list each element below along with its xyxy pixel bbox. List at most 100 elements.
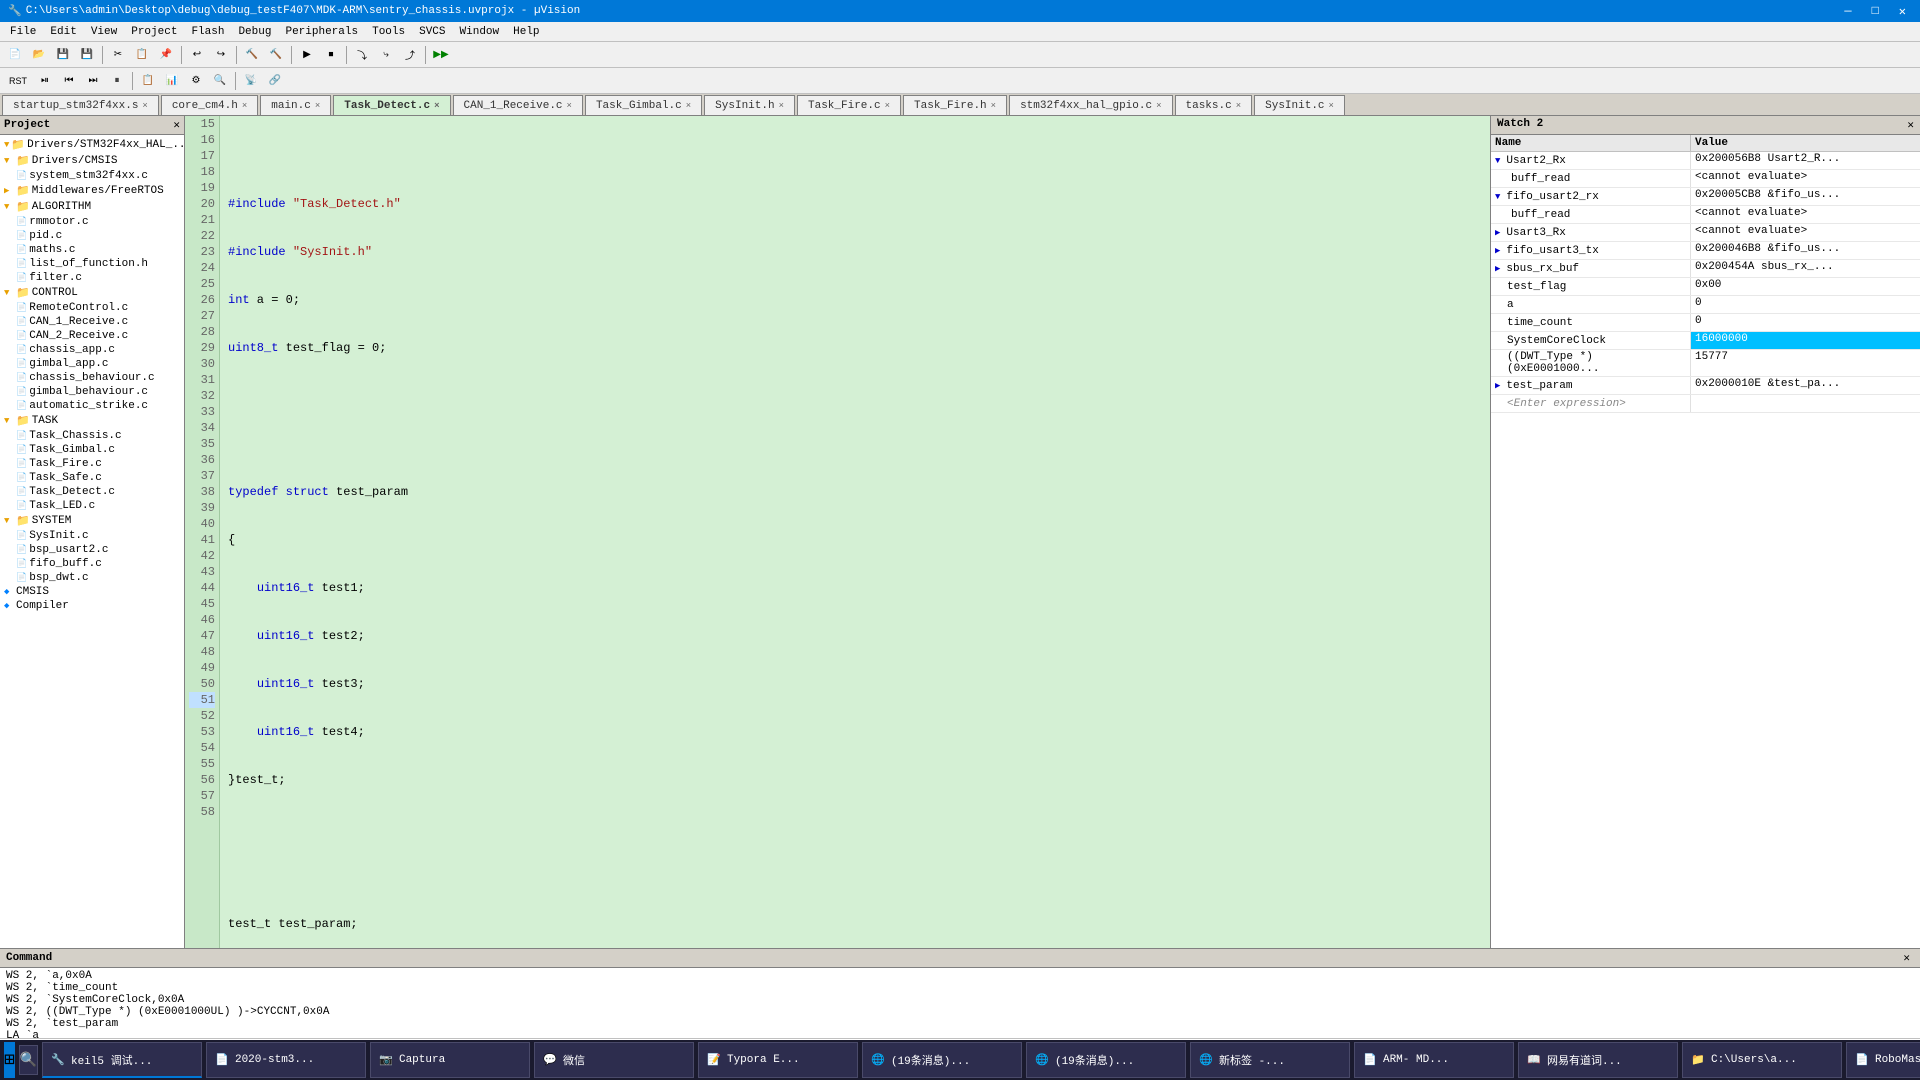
t2-btn8[interactable]: 🔍 xyxy=(209,71,231,91)
command-header-btns[interactable]: ✕ xyxy=(1899,951,1914,965)
tree-item-can1rcv[interactable]: 📄 CAN_1_Receive.c xyxy=(14,315,182,329)
tree-item-lof[interactable]: 📄 list_of_function.h xyxy=(14,257,182,271)
watch-enter-expr[interactable]: <Enter expression> xyxy=(1495,398,1626,410)
tab-tasks[interactable]: tasks.c × xyxy=(1175,95,1253,115)
taskbar-app-captura[interactable]: 📷 Captura xyxy=(370,1042,530,1078)
taskbar-app-youdao[interactable]: 📖 网易有道词... xyxy=(1518,1042,1678,1078)
redo-btn[interactable]: ↪ xyxy=(210,45,232,65)
tree-item-system[interactable]: ▼ 📁 SYSTEM xyxy=(2,513,182,529)
command-close-btn[interactable]: ✕ xyxy=(1899,953,1914,965)
project-close-icon[interactable]: ✕ xyxy=(173,118,180,132)
taskbar-app-explorer[interactable]: 📁 C:\Users\a... xyxy=(1682,1042,1842,1078)
tab-gimbal-close[interactable]: × xyxy=(686,101,691,111)
tab-gpio[interactable]: stm32f4xx_hal_gpio.c × xyxy=(1009,95,1172,115)
taskbar-app-arm[interactable]: 📄 ARM- MD... xyxy=(1354,1042,1514,1078)
tree-item-filter[interactable]: 📄 filter.c xyxy=(14,271,182,285)
t2-btn1[interactable]: ⏯ xyxy=(34,71,56,91)
watch-row-enter-expr[interactable]: <Enter expression> xyxy=(1491,395,1920,413)
tree-item-gimbal-beh[interactable]: 📄 gimbal_behaviour.c xyxy=(14,385,182,399)
tab-startup[interactable]: startup_stm32f4xx.s × xyxy=(2,95,159,115)
tree-item-can2rcv[interactable]: 📄 CAN_2_Receive.c xyxy=(14,329,182,343)
tree-item-middlewares[interactable]: ▶ 📁 Middlewares/FreeRTOS xyxy=(2,183,182,199)
title-bar-controls[interactable]: — □ ✕ xyxy=(1838,4,1912,19)
tree-item-rmmotor[interactable]: 📄 rmmotor.c xyxy=(14,215,182,229)
tab-sysinit-h[interactable]: SysInit.h × xyxy=(704,95,795,115)
watch-close-btn[interactable]: ✕ xyxy=(1907,120,1914,132)
open-btn[interactable]: 📂 xyxy=(28,45,50,65)
tree-item-drivers-hal[interactable]: ▼ 📁 Drivers/STM32F4xx_HAL_... xyxy=(2,137,182,153)
menu-project[interactable]: Project xyxy=(125,24,183,40)
tab-sysinit-c[interactable]: SysInit.c × xyxy=(1254,95,1345,115)
maximize-button[interactable]: □ xyxy=(1866,4,1885,19)
t2-btn3[interactable]: ⏭ xyxy=(82,71,104,91)
watch-row-usart3rx[interactable]: ▶ Usart3_Rx <cannot evaluate> xyxy=(1491,224,1920,242)
t2-btn9[interactable]: 📡 xyxy=(240,71,262,91)
menu-flash[interactable]: Flash xyxy=(185,24,230,40)
tree-item-task-fire[interactable]: 📄 Task_Fire.c xyxy=(14,457,182,471)
tree-item-cmsis[interactable]: ◆ CMSIS xyxy=(2,585,182,599)
t2-btn6[interactable]: 📊 xyxy=(161,71,183,91)
tab-task-detect[interactable]: Task_Detect.c × xyxy=(333,95,450,115)
undo-btn[interactable]: ↩ xyxy=(186,45,208,65)
tab-main[interactable]: main.c × xyxy=(260,95,331,115)
tab-can1[interactable]: CAN_1_Receive.c × xyxy=(453,95,583,115)
tree-item-pid[interactable]: 📄 pid.c xyxy=(14,229,182,243)
tab-taskfire-c-close[interactable]: × xyxy=(885,101,890,111)
tab-taskfire-h-close[interactable]: × xyxy=(991,101,996,111)
watch-row-fifo-usart3tx[interactable]: ▶ fifo_usart3_tx 0x200046B8 &fifo_us... xyxy=(1491,242,1920,260)
build-all-btn[interactable]: 🔨 xyxy=(265,45,287,65)
step-over-btn[interactable]: ⤵ xyxy=(351,45,373,65)
menu-window[interactable]: Window xyxy=(454,24,506,40)
code-content[interactable]: #include "Task_Detect.h" #include "SysIn… xyxy=(220,116,1490,948)
close-button[interactable]: ✕ xyxy=(1893,4,1912,19)
taskbar-app-keil[interactable]: 🔧 keil5 调试... xyxy=(42,1042,202,1078)
taskbar-app-wechat[interactable]: 💬 微信 xyxy=(534,1042,694,1078)
copy-btn[interactable]: 📋 xyxy=(131,45,153,65)
menu-edit[interactable]: Edit xyxy=(44,24,82,40)
paste-btn[interactable]: 📌 xyxy=(155,45,177,65)
minimize-button[interactable]: — xyxy=(1838,4,1857,19)
tab-core-cm4[interactable]: core_cm4.h × xyxy=(161,95,258,115)
menu-view[interactable]: View xyxy=(85,24,123,40)
tree-item-task-chassis[interactable]: 📄 Task_Chassis.c xyxy=(14,429,182,443)
tab-startup-close[interactable]: × xyxy=(142,101,147,111)
rst-btn[interactable]: RST xyxy=(4,71,32,91)
taskbar-app-chrome2[interactable]: 🌐 (19条消息)... xyxy=(1026,1042,1186,1078)
expand-arrow-icon[interactable]: ▼ xyxy=(1495,156,1500,166)
watch-row-testparam[interactable]: ▶ test_param 0x2000010E &test_pa... xyxy=(1491,377,1920,395)
taskbar-app-typora[interactable]: 📝 Typora E... xyxy=(698,1042,858,1078)
tree-item-gimbal-app[interactable]: 📄 gimbal_app.c xyxy=(14,357,182,371)
tree-item-remotecontrol[interactable]: 📄 RemoteControl.c xyxy=(14,301,182,315)
tree-item-maths[interactable]: 📄 maths.c xyxy=(14,243,182,257)
menu-help[interactable]: Help xyxy=(507,24,545,40)
watch-row-syscoreclock[interactable]: SystemCoreClock 16000000 xyxy=(1491,332,1920,350)
watch-row-a[interactable]: a 0 xyxy=(1491,296,1920,314)
tree-item-auto-strike[interactable]: 📄 automatic_strike.c xyxy=(14,399,182,413)
tree-item-fifo-buff[interactable]: 📄 fifo_buff.c xyxy=(14,557,182,571)
tree-item-task-detect[interactable]: 📄 Task_Detect.c xyxy=(14,485,182,499)
tree-item-control[interactable]: ▼ 📁 CONTROL xyxy=(2,285,182,301)
tab-gpio-close[interactable]: × xyxy=(1156,101,1161,111)
watch-header-btns[interactable]: ✕ xyxy=(1907,118,1914,132)
t2-btn10[interactable]: 🔗 xyxy=(264,71,286,91)
tab-task-detect-close[interactable]: × xyxy=(434,101,439,111)
expand-arrow-icon[interactable]: ▼ xyxy=(1495,192,1500,202)
tree-item-algorithm[interactable]: ▼ 📁 ALGORITHM xyxy=(2,199,182,215)
tree-item-sysinit-c[interactable]: 📄 SysInit.c xyxy=(14,529,182,543)
run-btn[interactable]: ▶▶ xyxy=(430,45,452,65)
tree-item-chassis-beh[interactable]: 📄 chassis_behaviour.c xyxy=(14,371,182,385)
tab-taskfire-c[interactable]: Task_Fire.c × xyxy=(797,95,901,115)
tree-item-system-stm32[interactable]: 📄 system_stm32f4xx.c xyxy=(14,169,182,183)
step-into-btn[interactable]: ⤷ xyxy=(375,45,397,65)
menu-svcs[interactable]: SVCS xyxy=(413,24,451,40)
menu-debug[interactable]: Debug xyxy=(232,24,277,40)
tree-item-task-gimbal[interactable]: 📄 Task_Gimbal.c xyxy=(14,443,182,457)
tab-can1-close[interactable]: × xyxy=(567,101,572,111)
step-out-btn[interactable]: ⤴ xyxy=(399,45,421,65)
menu-peripherals[interactable]: Peripherals xyxy=(279,24,364,40)
watch-row-dwttype[interactable]: ((DWT_Type *) (0xE0001000... 15777 xyxy=(1491,350,1920,377)
expand-arrow-icon[interactable]: ▶ xyxy=(1495,264,1500,274)
expand-arrow-icon[interactable]: ▶ xyxy=(1495,381,1500,391)
watch-row-usart2rx[interactable]: ▼ Usart2_Rx 0x200056B8 Usart2_R... xyxy=(1491,152,1920,170)
tab-gimbal[interactable]: Task_Gimbal.c × xyxy=(585,95,702,115)
